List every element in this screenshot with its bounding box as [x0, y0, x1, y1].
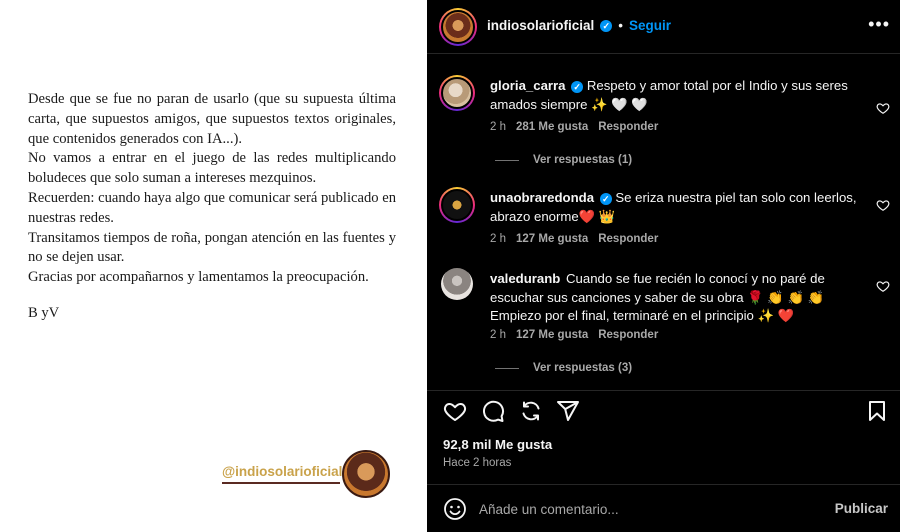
add-comment-bar: Publicar: [427, 484, 900, 532]
header-user: indiosolarioficial ✓ • Seguir: [487, 18, 671, 33]
like-comment-icon[interactable]: [876, 101, 890, 115]
letter-paragraph: Transitamos tiempos de roña, pongan aten…: [28, 229, 396, 266]
separator-dot: •: [618, 18, 624, 33]
comment-username[interactable]: gloria_carra: [490, 78, 566, 93]
follow-button[interactable]: Seguir: [629, 18, 671, 33]
comment-time: 2 h: [490, 121, 506, 133]
like-comment-icon[interactable]: [876, 279, 890, 293]
comment-body: gloria_carra ✓ Respeto y amor total por …: [490, 77, 860, 114]
comment-meta: 2 h 127 Me gusta Responder: [490, 233, 658, 245]
verified-icon: ✓: [599, 193, 612, 205]
verified-icon: ✓: [571, 81, 584, 93]
comment-meta: 2 h 281 Me gusta Responder: [490, 121, 658, 133]
comment-time: 2 h: [490, 233, 506, 245]
comment-avatar[interactable]: [439, 75, 475, 111]
more-options-icon[interactable]: •••: [868, 14, 890, 35]
heart-icon[interactable]: [443, 399, 467, 423]
comment-likes[interactable]: 127 Me gusta: [516, 329, 588, 341]
letter-paragraph: Gracias por acompañarnos y lamentamos la…: [28, 269, 369, 286]
watermark-handle: @indiosolarioficial: [222, 464, 343, 479]
emoji-icon[interactable]: [443, 497, 467, 521]
comment-avatar[interactable]: [441, 268, 473, 300]
action-bar: [427, 390, 900, 430]
comment-input[interactable]: [479, 497, 809, 521]
comment-avatar[interactable]: [439, 187, 475, 223]
publish-button[interactable]: Publicar: [835, 501, 888, 516]
reply-button[interactable]: Responder: [598, 121, 658, 133]
share-icon[interactable]: [519, 399, 543, 423]
letter-paragraph: Desde que se fue no paran de usarlo (que…: [28, 91, 396, 147]
watermark: @indiosolarioficial: [222, 448, 392, 500]
reply-button[interactable]: Responder: [598, 233, 658, 245]
watermark-avatar: [342, 450, 390, 498]
view-replies-button[interactable]: Ver respuestas (3): [495, 362, 632, 374]
view-replies-label: Ver respuestas (1): [533, 154, 633, 166]
post-timestamp[interactable]: Hace 2 horas: [443, 457, 511, 469]
post-header: indiosolarioficial ✓ • Seguir •••: [427, 0, 900, 54]
comment-body: unaobraredonda ✓ Se eriza nuestra piel t…: [490, 189, 860, 226]
comments-list[interactable]: gloria_carra ✓ Respeto y amor total por …: [427, 55, 900, 390]
comment-time: 2 h: [490, 329, 506, 341]
replies-line: [495, 159, 519, 161]
reply-button[interactable]: Responder: [598, 329, 658, 341]
watermark-underline: [222, 482, 340, 484]
post-likes-count[interactable]: 92,8 mil Me gusta: [443, 437, 552, 452]
comment-username[interactable]: unaobraredonda: [490, 190, 594, 205]
replies-line: [495, 367, 519, 369]
bookmark-icon[interactable]: [865, 399, 889, 423]
verified-icon: ✓: [600, 19, 613, 32]
comment-likes[interactable]: 281 Me gusta: [516, 121, 588, 133]
comment-meta: 2 h 127 Me gusta Responder: [490, 329, 658, 341]
letter-paragraph: No vamos a entrar en el juego de las red…: [28, 150, 396, 187]
view-replies-button[interactable]: Ver respuestas (1): [495, 154, 632, 166]
author-username[interactable]: indiosolarioficial: [487, 18, 594, 33]
send-icon[interactable]: [556, 399, 580, 423]
comment-likes[interactable]: 127 Me gusta: [516, 233, 588, 245]
letter-signature: B yV: [28, 304, 60, 321]
view-replies-label: Ver respuestas (3): [533, 362, 633, 374]
comment-body: valeduranb Cuando se fue recién lo conoc…: [490, 270, 860, 326]
like-comment-icon[interactable]: [876, 198, 890, 212]
author-avatar[interactable]: [439, 8, 477, 46]
post-panel: indiosolarioficial ✓ • Seguir ••• gloria…: [427, 0, 900, 532]
letter-paragraph: Recuerden: cuando haya algo que comunica…: [28, 189, 396, 226]
comment-icon[interactable]: [481, 399, 505, 423]
letter-text: Desde que se fue no paran de usarlo (que…: [28, 90, 396, 324]
post-image: Desde que se fue no paran de usarlo (que…: [0, 0, 427, 532]
comment-username[interactable]: valeduranb: [490, 271, 560, 286]
